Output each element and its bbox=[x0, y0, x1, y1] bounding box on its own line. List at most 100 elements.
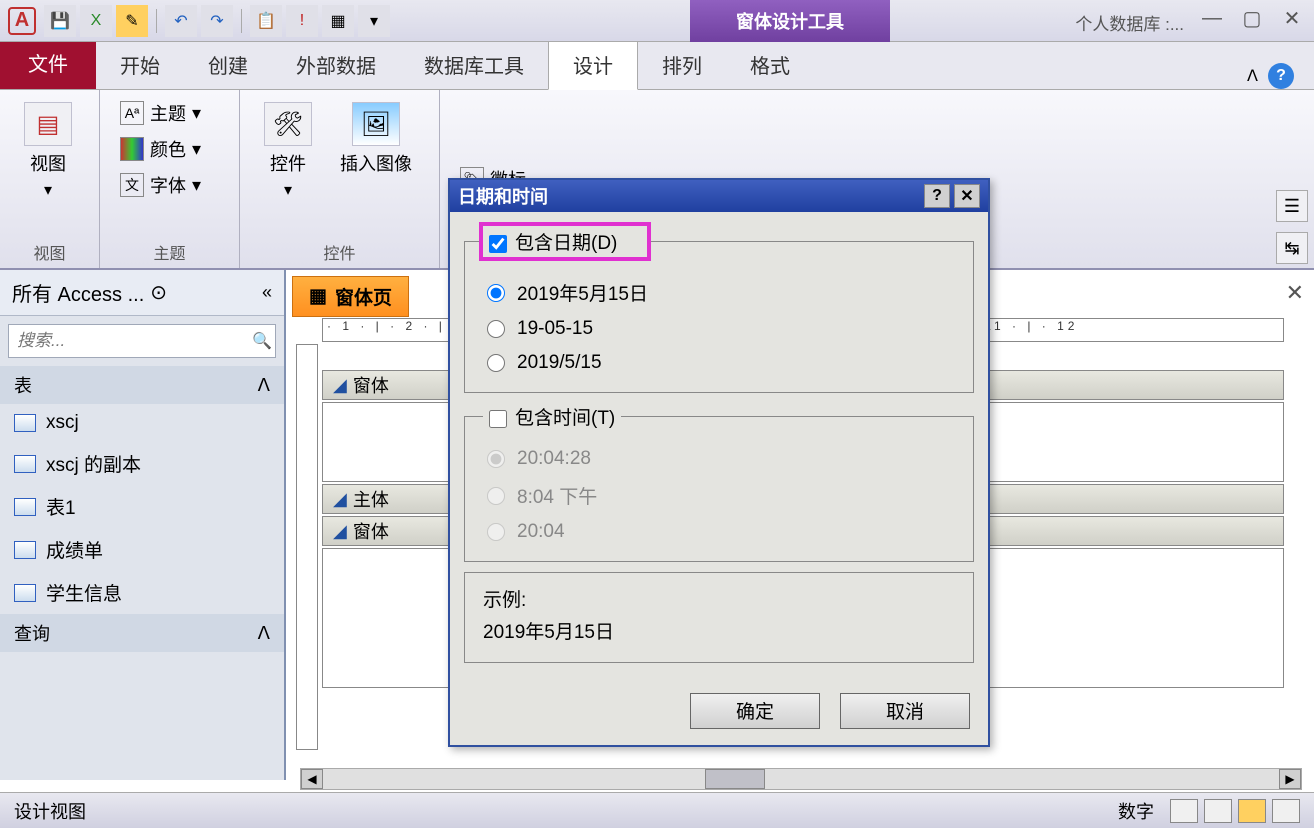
cancel-button[interactable]: 取消 bbox=[840, 693, 970, 729]
date-format-option[interactable]: 2019年5月15日 bbox=[483, 273, 955, 312]
nav-item-label: 学生信息 bbox=[46, 579, 122, 606]
scroll-right-icon[interactable]: ▶ bbox=[1279, 769, 1301, 789]
view-label: 视图 bbox=[30, 150, 66, 176]
tab-design[interactable]: 设计 bbox=[548, 39, 638, 90]
include-time-input[interactable] bbox=[489, 410, 507, 428]
nav-item-table[interactable]: 成绩单 bbox=[0, 528, 284, 571]
view-form-icon[interactable] bbox=[1170, 799, 1198, 823]
colors-icon bbox=[120, 137, 144, 161]
nav-item-table[interactable]: xscj 的副本 bbox=[0, 442, 284, 485]
contextual-tab-title: 窗体设计工具 bbox=[690, 0, 890, 42]
view-layout-icon[interactable] bbox=[1272, 799, 1300, 823]
tab-external[interactable]: 外部数据 bbox=[272, 40, 400, 89]
nav-item-table[interactable]: 表1 bbox=[0, 485, 284, 528]
radio-input[interactable] bbox=[487, 320, 505, 338]
colors-button[interactable]: 颜色 ▾ bbox=[116, 134, 205, 164]
insert-image-button[interactable]: 🖼 插入图像 bbox=[332, 98, 420, 260]
form-tab-label: 窗体页 bbox=[335, 283, 392, 310]
radio-input[interactable] bbox=[487, 354, 505, 372]
horizontal-scrollbar[interactable]: ◀ ▶ bbox=[300, 768, 1302, 790]
controls-button[interactable]: 🛠 控件 ▾ bbox=[256, 98, 320, 260]
qat-more-icon[interactable]: ▾ bbox=[358, 5, 390, 37]
ribbon-tabs: 文件 开始 创建 外部数据 数据库工具 设计 排列 格式 ᐱ ? bbox=[0, 42, 1314, 90]
include-time-checkbox[interactable]: 包含时间(T) bbox=[483, 403, 621, 430]
colors-label: 颜色 bbox=[150, 136, 186, 162]
tab-create[interactable]: 创建 bbox=[184, 40, 272, 89]
navigation-pane: 所有 Access ... ⊙ « 🔍 表ᐱ xscj xscj 的副本 表1 … bbox=[0, 270, 286, 780]
design-icon[interactable]: ✎ bbox=[116, 5, 148, 37]
include-date-checkbox[interactable]: 包含日期(D) bbox=[479, 222, 651, 261]
controls-label: 控件 bbox=[270, 150, 306, 176]
radio-input[interactable] bbox=[487, 284, 505, 302]
table-icon bbox=[14, 414, 36, 432]
ribbon-collapse-icon[interactable]: ᐱ bbox=[1247, 66, 1258, 86]
dropdown-icon[interactable]: ⊙ bbox=[150, 280, 167, 305]
radio-input bbox=[487, 487, 505, 505]
include-date-input[interactable] bbox=[489, 235, 507, 253]
form-tab[interactable]: ▦窗体页 bbox=[292, 276, 409, 317]
scroll-track[interactable] bbox=[323, 769, 1279, 789]
themes-label: 主题 bbox=[150, 100, 186, 126]
group-label-controls: 控件 bbox=[323, 240, 355, 264]
view-icon: ▤ bbox=[24, 102, 72, 146]
scroll-thumb[interactable] bbox=[705, 769, 765, 789]
fonts-icon: 文 bbox=[120, 173, 144, 197]
redo-icon[interactable]: ↷ bbox=[201, 5, 233, 37]
nav-header[interactable]: 所有 Access ... ⊙ « bbox=[0, 270, 284, 316]
paste-icon[interactable]: 📋 bbox=[250, 5, 282, 37]
undo-icon[interactable]: ↶ bbox=[165, 5, 197, 37]
section-label: 主体 bbox=[353, 486, 389, 512]
tab-home[interactable]: 开始 bbox=[96, 40, 184, 89]
nav-header-label: 所有 Access ... bbox=[12, 278, 144, 307]
dialog-titlebar[interactable]: 日期和时间 ? ✕ bbox=[450, 180, 988, 212]
view-button[interactable]: ▤ 视图 ▾ bbox=[16, 98, 80, 260]
maximize-icon[interactable]: ▢ bbox=[1240, 6, 1264, 30]
tab-dbtools[interactable]: 数据库工具 bbox=[400, 40, 548, 89]
tab-file[interactable]: 文件 bbox=[0, 36, 96, 89]
view-design-icon[interactable] bbox=[1238, 799, 1266, 823]
fonts-label: 字体 bbox=[150, 172, 186, 198]
themes-icon: Aª bbox=[120, 101, 144, 125]
nav-item-table[interactable]: xscj bbox=[0, 404, 284, 442]
table-icon bbox=[14, 541, 36, 559]
nav-group-queries[interactable]: 查询ᐱ bbox=[0, 614, 284, 652]
date-format-option[interactable]: 2019/5/15 bbox=[483, 346, 955, 380]
status-mode: 设计视图 bbox=[14, 798, 86, 824]
close-icon[interactable]: ✕ bbox=[1280, 6, 1304, 30]
tab-order-icon[interactable]: ↹ bbox=[1276, 232, 1308, 264]
nav-group-label: 表 bbox=[14, 372, 32, 398]
dropdown-icon: ▾ bbox=[284, 180, 292, 200]
table-icon bbox=[14, 498, 36, 516]
search-input[interactable] bbox=[9, 325, 249, 357]
collapse-icon[interactable]: « bbox=[262, 282, 272, 303]
section-label: 窗体 bbox=[353, 372, 389, 398]
nav-item-table[interactable]: 学生信息 bbox=[0, 571, 284, 614]
tab-format[interactable]: 格式 bbox=[726, 40, 814, 89]
nav-group-tables[interactable]: 表ᐱ bbox=[0, 366, 284, 404]
dialog-close-icon[interactable]: ✕ bbox=[954, 184, 980, 208]
date-format-option[interactable]: 19-05-15 bbox=[483, 312, 955, 346]
ok-button[interactable]: 确定 bbox=[690, 693, 820, 729]
help-icon[interactable]: ? bbox=[1268, 63, 1294, 89]
fonts-button[interactable]: 文字体 ▾ bbox=[116, 170, 205, 200]
search-icon[interactable]: 🔍 bbox=[249, 325, 275, 357]
tab-arrange[interactable]: 排列 bbox=[638, 40, 726, 89]
excel-icon[interactable]: X bbox=[80, 5, 112, 37]
table-icon bbox=[14, 584, 36, 602]
minimize-icon[interactable]: — bbox=[1200, 6, 1224, 30]
datasheet-icon[interactable]: ▦ bbox=[322, 5, 354, 37]
save-icon[interactable]: 💾 bbox=[44, 5, 76, 37]
tab-close-icon[interactable]: ✕ bbox=[1286, 280, 1304, 306]
radio-input bbox=[487, 450, 505, 468]
scroll-left-icon[interactable]: ◀ bbox=[301, 769, 323, 789]
status-numlock: 数字 bbox=[1118, 798, 1154, 824]
themes-button[interactable]: Aª主题 ▾ bbox=[116, 98, 205, 128]
view-datasheet-icon[interactable] bbox=[1204, 799, 1232, 823]
run-icon[interactable]: ! bbox=[286, 5, 318, 37]
property-sheet-icon[interactable]: ☰ bbox=[1276, 190, 1308, 222]
dialog-help-icon[interactable]: ? bbox=[924, 184, 950, 208]
image-icon: 🖼 bbox=[352, 102, 400, 146]
nav-group-label: 查询 bbox=[14, 620, 50, 646]
section-label: 窗体 bbox=[353, 518, 389, 544]
time-format-option: 20:04 bbox=[483, 515, 955, 549]
